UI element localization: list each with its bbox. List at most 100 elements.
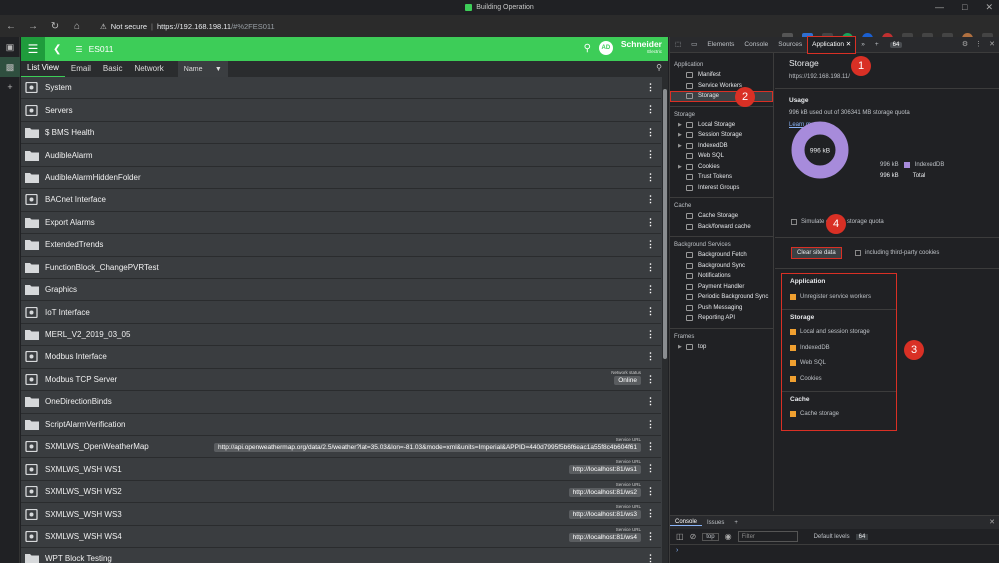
home-icon[interactable]: ⌂: [66, 15, 88, 37]
kebab-menu-icon[interactable]: ⋮: [646, 374, 655, 384]
list-item[interactable]: System ⋮: [21, 77, 661, 100]
tab-sources[interactable]: Sources: [773, 37, 807, 53]
tree-item-back-forward-cache[interactable]: Back/forward cache: [670, 222, 773, 233]
tree-item-indexeddb[interactable]: ▶ IndexedDB: [670, 141, 773, 152]
new-tab-icon[interactable]: +: [0, 77, 20, 97]
kebab-menu-icon[interactable]: ⋮: [646, 329, 655, 339]
tree-item-frame-top[interactable]: ▶ top: [670, 342, 773, 353]
issues-count-badge[interactable]: 64: [889, 41, 903, 48]
tab-application[interactable]: Application ✕: [807, 35, 857, 54]
tree-item-cache-storage[interactable]: Cache Storage: [670, 211, 773, 222]
checkbox-checked-icon[interactable]: [790, 360, 796, 367]
forward-icon[interactable]: →: [22, 15, 44, 37]
kebab-menu-icon[interactable]: ⋮: [646, 531, 655, 541]
scrollbar[interactable]: [662, 77, 668, 563]
tree-item-manifest[interactable]: Manifest: [670, 70, 773, 81]
kebab-menu-icon[interactable]: ⋮: [646, 486, 655, 496]
tree-item-notifications[interactable]: Notifications: [670, 271, 773, 282]
sort-dropdown[interactable]: Name ▼: [177, 61, 228, 77]
drawer-tab-console[interactable]: Console: [670, 519, 703, 526]
back-chevron-icon[interactable]: ❮: [53, 44, 61, 55]
filter-search-icon[interactable]: ⚲: [656, 63, 662, 72]
clear-option[interactable]: Cache storage: [790, 407, 888, 423]
checkbox-checked-icon[interactable]: [790, 344, 796, 351]
kebab-menu-icon[interactable]: ⋮: [646, 442, 655, 451]
tree-item-cookies[interactable]: ▶ Cookies: [670, 162, 773, 173]
console-filter-input[interactable]: Filter: [737, 531, 798, 542]
close-tab-icon[interactable]: ✕: [846, 41, 851, 48]
kebab-menu-icon[interactable]: ⋮: [646, 419, 655, 429]
tree-item-web-sql[interactable]: Web SQL: [670, 151, 773, 162]
maximize-icon[interactable]: □: [962, 2, 967, 13]
list-item[interactable]: AudibleAlarmHiddenFolder ⋮: [21, 166, 661, 190]
tab-list-view[interactable]: List View: [21, 60, 65, 78]
list-item[interactable]: Servers ⋮: [21, 99, 661, 122]
kebab-menu-icon[interactable]: ⋮: [646, 352, 655, 361]
search-icon[interactable]: ⚲: [584, 43, 591, 54]
tree-item-push-messaging[interactable]: Push Messaging: [670, 303, 773, 314]
clear-site-data-button[interactable]: Clear site data: [791, 247, 842, 259]
kebab-menu-icon[interactable]: ⋮: [646, 172, 655, 182]
avatar[interactable]: AD: [598, 41, 613, 55]
menu-icon[interactable]: ☰: [21, 37, 45, 61]
tab-elements[interactable]: Elements: [702, 37, 739, 53]
drawer-tab-issues[interactable]: Issues: [702, 520, 729, 526]
expand-arrow-icon[interactable]: ▶: [678, 122, 682, 128]
settings-icon[interactable]: ⚙: [962, 40, 968, 48]
eye-icon[interactable]: ◉: [725, 532, 732, 541]
expand-arrow-icon[interactable]: ▶: [678, 132, 682, 138]
list-item[interactable]: SXMLWS_OpenWeatherMap Service URL http://a…: [21, 436, 661, 459]
tree-item-local-storage[interactable]: ▶ Local Storage: [670, 120, 773, 131]
inspect-icon[interactable]: ⬚: [670, 37, 686, 53]
console-prompt[interactable]: ›: [670, 547, 999, 554]
list-item[interactable]: WPT Block Testing ⋮: [21, 548, 661, 563]
clear-option[interactable]: Local and session storage: [790, 325, 888, 341]
expand-arrow-icon[interactable]: ▶: [678, 143, 682, 149]
tree-item-storage[interactable]: Storage: [670, 91, 773, 102]
kebab-menu-icon[interactable]: ⋮: [646, 217, 655, 227]
list-item[interactable]: OneDirectionBinds ⋮: [21, 391, 661, 414]
log-levels-dropdown[interactable]: Default levels: [814, 534, 850, 540]
kebab-menu-icon[interactable]: ⋮: [646, 464, 655, 473]
tree-item-reporting-api[interactable]: Reporting API: [670, 313, 773, 324]
scrollbar-thumb[interactable]: [663, 89, 667, 359]
back-icon[interactable]: ←: [0, 15, 22, 37]
list-item[interactable]: SXMLWS_WSH WS4 Service URL http://localhos…: [21, 525, 661, 549]
list-item[interactable]: SXMLWS_WSH WS2 Service URL http://localhos…: [21, 480, 661, 504]
list-item[interactable]: SXMLWS_WSH WS1 Service URL http://localhos…: [21, 458, 661, 481]
checkbox-checked-icon[interactable]: [790, 293, 796, 300]
kebab-menu-icon[interactable]: ⋮: [646, 284, 655, 294]
list-item[interactable]: MERL_V2_2019_03_05 ⋮: [21, 323, 661, 347]
expand-arrow-icon[interactable]: ▶: [678, 344, 682, 350]
list-item[interactable]: Modbus Interface ⋮: [21, 346, 661, 369]
more-tabs-icon[interactable]: »: [856, 37, 870, 53]
list-item[interactable]: Graphics ⋮: [21, 278, 661, 302]
list-item[interactable]: AudibleAlarm ⋮: [21, 144, 661, 167]
address-field[interactable]: ⚠ Not secure | https://192.168.198.11/#%…: [100, 18, 740, 34]
tree-item-background-sync[interactable]: Background Sync: [670, 261, 773, 272]
kebab-menu-icon[interactable]: ⋮: [646, 509, 655, 518]
tree-item-periodic-background-sync[interactable]: Periodic Background Sync: [670, 292, 773, 303]
device-toolbar-icon[interactable]: ▭: [686, 37, 702, 53]
kebab-menu-icon[interactable]: ⋮: [646, 397, 655, 406]
third-party-cookies-option[interactable]: including third-party cookies: [855, 250, 939, 256]
kebab-menu-icon[interactable]: ⋮: [646, 262, 655, 272]
list-item[interactable]: SXMLWS_WSH WS3 Service URL http://localhos…: [21, 503, 661, 526]
tab-network[interactable]: Network: [128, 61, 169, 77]
reload-icon[interactable]: ↻: [44, 15, 66, 37]
tree-item-session-storage[interactable]: ▶ Session Storage: [670, 130, 773, 141]
expand-arrow-icon[interactable]: ▶: [678, 164, 682, 170]
third-party-checkbox[interactable]: [855, 250, 861, 256]
kebab-menu-icon[interactable]: ⋮: [646, 195, 655, 204]
simulate-quota-checkbox[interactable]: [791, 219, 797, 225]
kebab-menu-icon[interactable]: ⋮: [646, 307, 655, 316]
tab-basic[interactable]: Basic: [97, 61, 129, 77]
tab-email[interactable]: Email: [65, 61, 97, 77]
checkbox-checked-icon[interactable]: [790, 329, 796, 336]
kebab-menu-icon[interactable]: ⋮: [646, 105, 655, 114]
tab-console[interactable]: Console: [739, 37, 773, 53]
kebab-menu-icon[interactable]: ⋮: [646, 554, 655, 563]
list-item[interactable]: BACnet Interface ⋮: [21, 189, 661, 212]
clear-option[interactable]: Cookies: [790, 371, 888, 387]
hierarchy-icon[interactable]: ☰: [75, 45, 82, 54]
